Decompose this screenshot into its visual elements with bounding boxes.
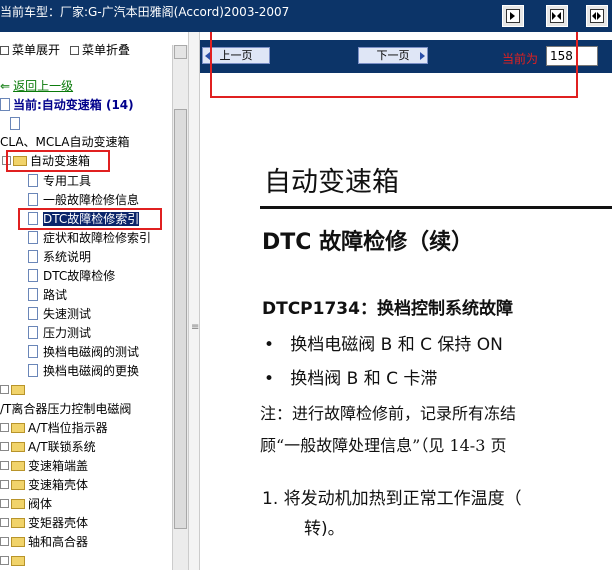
tree-toggle-icon[interactable] [0,480,9,489]
sidebar-scrollbar[interactable] [172,45,188,570]
document-icon [28,345,38,358]
folder-icon [11,537,25,547]
back-arrow-icon: ⇐ [0,79,11,93]
pane-splitter[interactable]: ≡ [188,32,200,570]
scroll-up-button[interactable] [174,45,187,59]
note-text: 注：进行故障检修前，记录所有冻结 [260,404,517,423]
tree-toggle-icon[interactable] [0,556,9,565]
annotation-box [6,150,110,172]
document-subheading: DTC 故障检修（续） [262,230,474,255]
scroll-thumb[interactable] [174,109,187,529]
menu-collapse-button[interactable]: 菜单折叠 [70,41,130,58]
annotation-box [18,208,162,230]
folder-icon [11,480,25,490]
sidebar-tree: ⇐ 返回上一级 当前:自动变速箱 (14) CLA、MCLA自动变速箱 自动变速箱… [0,60,172,570]
title-bar: 当前车型：厂家:G-广汽本田雅阁(Accord)2003-2007 [0,0,612,32]
document-viewer: 上一页 下一页 当前为 自动变速箱 DTC 故障检修（续） DTCP1734：换… [200,32,612,570]
split-view-button[interactable] [546,5,568,27]
tree-toggle-icon[interactable] [0,537,9,546]
tree-item[interactable]: DTC故障检修 [28,268,115,284]
menu-toolbar: 菜单展开 菜单折叠 [0,32,200,60]
tree-item[interactable]: 换档电磁阀的测试 [28,344,139,360]
tree-item[interactable]: 一般故障检修信息 [28,192,139,208]
tree-expand-icon [0,46,9,55]
document-heading: 自动变速箱 [264,167,399,198]
tree-toggle-icon[interactable] [0,442,9,451]
tree-item[interactable]: /T离合器压力控制电磁阀 [0,401,131,417]
tree-folder[interactable]: A/T联锁系统 [0,439,96,455]
tree-folder[interactable]: 轴和高合器 [0,534,88,550]
tree-item[interactable]: 路试 [28,287,67,303]
annotation-box [210,32,578,98]
step-text: 1. 将发动机加热到正常工作温度（ [262,489,522,509]
arrow-right-icon [506,9,520,23]
document-icon [28,326,38,339]
menu-expand-button[interactable]: 菜单展开 [0,41,60,58]
document-icon [28,193,38,206]
folder-icon [11,385,25,395]
heading-rule [260,206,612,209]
tree-folder[interactable] [0,553,28,569]
document-icon [28,288,38,301]
tree-item[interactable]: 系统说明 [28,249,91,265]
expand-right-button[interactable] [502,5,524,27]
tree-toggle-icon[interactable] [0,518,9,527]
folder-icon [11,423,25,433]
folder-icon [11,461,25,471]
document-icon [28,174,38,187]
folder-icon [11,442,25,452]
step-text: 转)。 [304,519,345,539]
tree-folder[interactable]: 变速箱壳体 [0,477,88,493]
tree-toggle-icon[interactable] [0,499,9,508]
document-icon [28,307,38,320]
dtc-title: DTCP1734：换档控制系统故障 [262,299,513,319]
tree-collapse-icon [70,46,79,55]
tree-toggle-icon[interactable] [0,461,9,470]
tree-folder[interactable]: 阀体 [0,496,52,512]
folder-icon [11,556,25,566]
tree-item[interactable]: 症状和故障检修索引 [28,230,151,246]
folder-icon [11,499,25,509]
tree-folder[interactable]: A/T档位指示器 [0,420,108,436]
tree-item[interactable]: 失速测试 [28,306,91,322]
bullet-item: • 换档电磁阀 B 和 C 保持 ON [264,335,503,355]
folder-icon [11,518,25,528]
vehicle-title: 当前车型：厂家:G-广汽本田雅阁(Accord)2003-2007 [0,5,290,19]
document-icon [28,250,38,263]
tree-folder[interactable] [0,382,28,398]
document-icon [10,117,20,130]
back-link[interactable]: ⇐ 返回上一级 [0,78,73,94]
split-icon [550,9,564,23]
document-icon [28,269,38,282]
tree-item-cla[interactable]: CLA、MCLA自动变速箱 [0,134,129,150]
note-text: 顾“一般故障处理信息”（见 14-3 页 [260,436,507,455]
tree-item[interactable] [10,116,25,132]
expand-both-button[interactable] [586,5,608,27]
tree-folder[interactable]: 变速箱端盖 [0,458,88,474]
tree-item[interactable]: 换档电磁阀的更换 [28,363,139,379]
tree-folder[interactable]: 变矩器壳体 [0,515,88,531]
grip-icon: ≡ [191,322,200,333]
document-icon [28,231,38,244]
tree-item[interactable]: 专用工具 [28,173,91,189]
tree-item[interactable]: 压力测试 [28,325,91,341]
document-icon [28,364,38,377]
document-icon [0,98,10,111]
tree-toggle-icon[interactable] [0,423,9,432]
tree-toggle-icon[interactable] [0,385,9,394]
bullet-item: • 换档阀 B 和 C 卡滞 [264,369,438,389]
current-location: 当前:自动变速箱 (14) [0,97,134,113]
expand-icon [590,9,604,23]
